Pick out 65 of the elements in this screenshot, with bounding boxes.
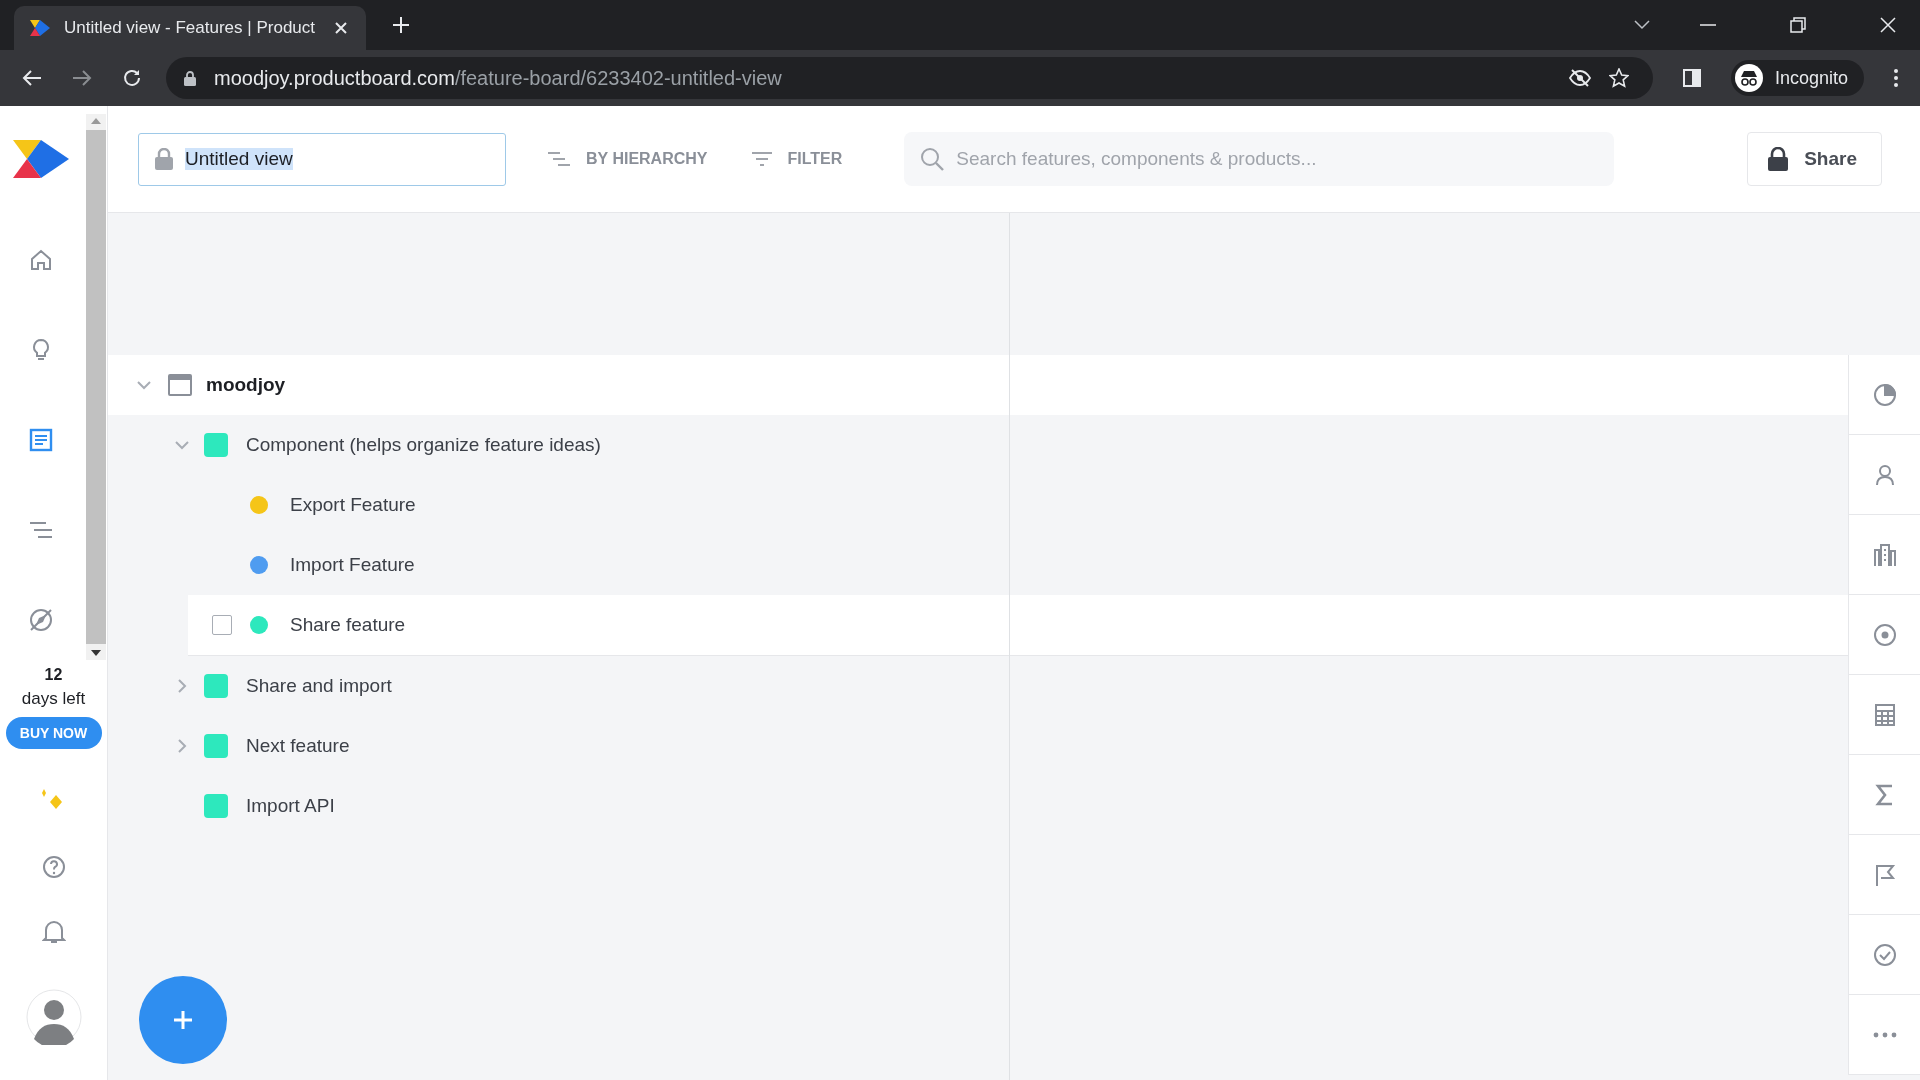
- notification-bell-icon[interactable]: [41, 919, 66, 945]
- lock-icon: [184, 70, 196, 86]
- share-button[interactable]: Share: [1747, 132, 1882, 186]
- check-circle-icon: [1872, 942, 1897, 967]
- forward-icon[interactable]: [72, 69, 92, 87]
- checkbox[interactable]: [212, 615, 232, 635]
- avatar-icon[interactable]: [25, 989, 82, 1045]
- lock-icon: [1768, 147, 1789, 171]
- scrollbar[interactable]: [86, 114, 106, 660]
- sigma-button[interactable]: [1848, 755, 1920, 835]
- view-name-field[interactable]: Untitled view: [138, 132, 506, 186]
- component-name[interactable]: Share and import: [246, 675, 392, 697]
- back-icon[interactable]: [22, 69, 42, 87]
- hierarchy-icon: [548, 151, 570, 167]
- building-icon: [1872, 542, 1897, 567]
- product-name[interactable]: moodjoy: [206, 374, 286, 396]
- close-icon[interactable]: [1880, 17, 1896, 33]
- help-icon[interactable]: [41, 855, 66, 879]
- logo-icon[interactable]: [12, 140, 69, 178]
- feature-name[interactable]: Share feature: [290, 614, 406, 636]
- browser-tab[interactable]: Untitled view - Features | Product: [14, 6, 366, 50]
- calculator-icon: [1872, 702, 1897, 727]
- tab-title: Untitled view - Features | Product: [64, 18, 316, 38]
- trial-days-count: 12: [44, 666, 63, 684]
- component-name[interactable]: Import API: [246, 795, 335, 817]
- component-name[interactable]: Next feature: [246, 735, 350, 757]
- trial-days-label: days left: [21, 689, 86, 709]
- compass-nav-button[interactable]: [28, 608, 53, 632]
- pie-chart-button[interactable]: [1848, 355, 1920, 435]
- eye-off-icon[interactable]: [1568, 69, 1591, 87]
- scroll-down-icon[interactable]: [91, 650, 101, 656]
- search-icon: [920, 147, 945, 171]
- lock-icon: [155, 148, 173, 170]
- address-bar[interactable]: moodjoy.productboard.com/feature-board/6233402-untitled-view: [166, 57, 1653, 99]
- profile-button[interactable]: Incognito: [1730, 60, 1864, 96]
- url-text: moodjoy.productboard.com/feature-board/6233402-untitled-view: [214, 66, 782, 90]
- incognito-icon: [1734, 64, 1763, 92]
- restore-icon[interactable]: [1790, 17, 1806, 33]
- feature-name[interactable]: Import Feature: [290, 554, 415, 576]
- chevron-down-icon[interactable]: [1634, 20, 1650, 30]
- new-tab-icon[interactable]: [392, 16, 410, 34]
- window-icon: [168, 374, 192, 396]
- menu-icon[interactable]: [1894, 69, 1898, 87]
- more-icon: [1872, 1031, 1897, 1038]
- home-nav-button[interactable]: [28, 248, 53, 272]
- calculator-button[interactable]: [1848, 675, 1920, 755]
- feature-name[interactable]: Export Feature: [290, 494, 416, 516]
- target-button[interactable]: [1848, 595, 1920, 675]
- reload-icon[interactable]: [122, 68, 142, 88]
- side-panel-icon[interactable]: [1682, 69, 1701, 87]
- component-name[interactable]: Component (helps organize feature ideas): [246, 434, 601, 456]
- doc-nav-button[interactable]: [28, 428, 53, 452]
- building-button[interactable]: [1848, 515, 1920, 595]
- check-circle-button[interactable]: [1848, 915, 1920, 995]
- pie-chart-icon: [1872, 382, 1897, 407]
- plus-icon: [172, 1009, 194, 1031]
- logo-icon: [30, 20, 50, 36]
- highlighted-row[interactable]: Share feature: [188, 595, 1848, 656]
- close-icon[interactable]: [334, 21, 348, 35]
- search-field[interactable]: Search features, components & products...: [904, 132, 1615, 186]
- flag-button[interactable]: [1848, 835, 1920, 915]
- scroll-up-icon[interactable]: [91, 118, 101, 124]
- filter-icon: [751, 151, 772, 167]
- target-icon: [1872, 622, 1897, 647]
- star-icon[interactable]: [1608, 68, 1629, 88]
